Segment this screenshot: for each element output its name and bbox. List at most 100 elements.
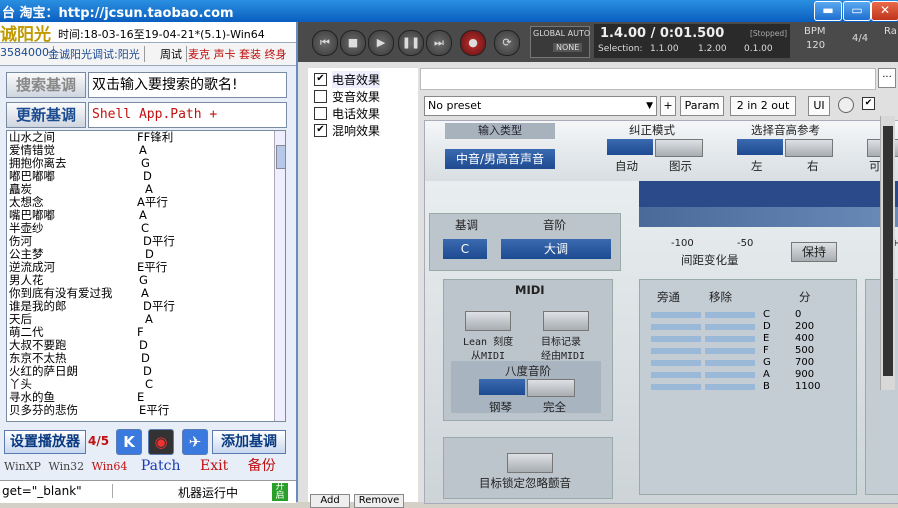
song-list-scrollbar[interactable] xyxy=(274,131,285,421)
target-lock-button[interactable] xyxy=(507,453,553,473)
right-ref-toggle[interactable] xyxy=(785,139,833,157)
scale-value[interactable]: 大调 xyxy=(501,239,611,259)
remove-toggle[interactable] xyxy=(705,324,755,330)
os-bar: WinXP Win32 Win64 Patch Exit 备份 xyxy=(4,455,276,475)
song-row[interactable]: 伤河 D平行 xyxy=(9,235,271,248)
tools-icon[interactable]: ✈ xyxy=(182,429,208,455)
win64-link[interactable]: Win64 xyxy=(92,460,128,473)
effect-label[interactable]: 电话效果 xyxy=(332,105,380,122)
global-auto-box[interactable]: GLOBAL AUTO NONE xyxy=(530,26,590,58)
id-label: 3584000 xyxy=(0,46,54,59)
plugin-scroll-thumb[interactable] xyxy=(883,126,893,376)
key-label: 基调 xyxy=(455,218,478,232)
patch-link[interactable]: Patch xyxy=(141,458,181,474)
song-row[interactable]: 嘟巴嘟嘟 D xyxy=(9,170,271,183)
hold-button[interactable]: 保持 xyxy=(791,242,837,262)
update-key-button[interactable]: 更新基调 xyxy=(6,102,86,128)
auto-label: 自动 xyxy=(615,159,638,173)
left-ref-toggle[interactable] xyxy=(737,139,783,155)
song-key: C xyxy=(145,377,154,391)
remove-toggle[interactable] xyxy=(705,384,755,390)
winxp-link[interactable]: WinXP xyxy=(4,460,41,473)
auto-toggle[interactable] xyxy=(607,139,653,155)
path-field[interactable]: Shell App.Path + xyxy=(88,102,287,128)
bypass-toggle[interactable] xyxy=(651,348,701,354)
midi-label: MIDI xyxy=(515,283,545,297)
close-button[interactable]: ✕ xyxy=(871,1,898,21)
pause-icon[interactable]: ❚❚ xyxy=(398,30,424,56)
remove-toggle[interactable] xyxy=(705,372,755,378)
loop-icon[interactable]: ⟳ xyxy=(494,30,520,56)
remove-toggle[interactable] xyxy=(705,360,755,366)
effect-checkbox[interactable]: ✔ xyxy=(314,73,327,86)
effect-label[interactable]: 变音效果 xyxy=(332,88,380,105)
play-icon[interactable]: ▶ xyxy=(368,30,394,56)
song-row[interactable]: 嘴巴嘟嘟 A xyxy=(9,209,271,222)
forward-end-icon[interactable]: ⏭ xyxy=(426,30,452,56)
learn-midi-button[interactable] xyxy=(465,311,511,331)
maximize-button[interactable]: ▭ xyxy=(843,1,871,21)
remove-toggle[interactable] xyxy=(705,312,755,318)
io-button[interactable]: 2 in 2 out xyxy=(730,96,796,116)
remove-toggle[interactable] xyxy=(705,336,755,342)
rewind-start-icon[interactable]: ⏮ xyxy=(312,30,338,56)
knob-icon[interactable] xyxy=(838,97,854,113)
preset-value: No preset xyxy=(428,99,482,112)
bpm-value[interactable]: 120 xyxy=(806,40,825,51)
piano-toggle[interactable] xyxy=(479,379,525,395)
complete-toggle[interactable] xyxy=(527,379,575,397)
bypass-toggle[interactable] xyxy=(651,324,701,330)
effect-checkbox[interactable] xyxy=(314,90,327,103)
note-name: F xyxy=(763,345,769,356)
bypass-toggle[interactable] xyxy=(651,336,701,342)
set-player-button[interactable]: 设置播放器 xyxy=(4,430,86,454)
song-row[interactable]: 贝多芬的悲伤 E平行 xyxy=(9,404,271,417)
backup-link[interactable]: 备份 xyxy=(248,458,276,474)
bypass-toggle[interactable] xyxy=(651,360,701,366)
record-icon[interactable]: ◉ xyxy=(148,429,174,455)
add-key-button[interactable]: 添加基调 xyxy=(212,430,286,454)
bypass-toggle[interactable] xyxy=(651,312,701,318)
bypass-toggle[interactable] xyxy=(651,384,701,390)
effect-label[interactable]: 混响效果 xyxy=(332,122,380,139)
plugin-scrollbar[interactable] xyxy=(880,116,895,390)
exit-link[interactable]: Exit xyxy=(200,458,228,474)
search-input[interactable]: 双击输入要搜索的歌名! xyxy=(88,72,287,98)
effect-checkbox[interactable]: ✔ xyxy=(314,124,327,137)
ui-button[interactable]: UI xyxy=(808,96,830,116)
effect-label[interactable]: 电音效果 xyxy=(332,71,381,88)
song-row[interactable]: 火红的萨日朗 D xyxy=(9,365,271,378)
remove-effect-button[interactable]: Remove xyxy=(354,494,404,508)
more-button[interactable]: ... xyxy=(878,68,896,88)
search-key-button[interactable]: 搜索基调 xyxy=(6,72,86,98)
remove-toggle[interactable] xyxy=(705,348,755,354)
add-effect-button[interactable]: Add xyxy=(310,494,350,508)
lock-badge[interactable]: 开启 xyxy=(272,483,288,501)
stop-icon[interactable]: ■ xyxy=(340,30,366,56)
key-value[interactable]: C xyxy=(443,239,487,259)
target-midi-button[interactable] xyxy=(543,311,589,331)
learn-line2: 从MIDI xyxy=(471,351,506,362)
k-icon[interactable]: K xyxy=(116,429,142,455)
scale-label: 音阶 xyxy=(543,218,566,232)
effect-checkbox[interactable] xyxy=(314,107,327,120)
song-row[interactable]: 半壶纱 C xyxy=(9,222,271,235)
note-cents: 1100 xyxy=(795,381,821,392)
enable-checkbox[interactable]: ✔ xyxy=(862,97,875,110)
sub-bar: 3584000 金诚阳光调试:阳光 周试 麦克 声卡 套装 终身 xyxy=(0,43,296,66)
note-name: C xyxy=(763,309,770,320)
minimize-button[interactable]: ▬ xyxy=(814,1,842,21)
add-preset-button[interactable]: + xyxy=(660,96,676,116)
preset-dropdown[interactable]: No preset ▼ xyxy=(424,96,657,116)
input-type-value[interactable]: 中音/男高音声音 xyxy=(445,149,555,169)
record-button-icon[interactable]: ● xyxy=(460,30,486,56)
song-scroll-thumb[interactable] xyxy=(276,145,285,169)
bypass-toggle[interactable] xyxy=(651,372,701,378)
song-row[interactable]: 谁是我的郎 D平行 xyxy=(9,300,271,313)
win32-link[interactable]: Win32 xyxy=(48,460,84,473)
time-signature[interactable]: 4/4 xyxy=(852,33,868,44)
graph-toggle[interactable] xyxy=(655,139,703,157)
param-button[interactable]: Param xyxy=(680,96,724,116)
note-cents: 200 xyxy=(795,321,815,332)
song-list[interactable]: 山水之间 FF锋利 爱情错觉 A 拥抱你离去 G 嘟巴嘟嘟 D 矗炭 A 太想念 A平行 嘴巴嘟嘟 A 半壶… xyxy=(6,130,286,422)
